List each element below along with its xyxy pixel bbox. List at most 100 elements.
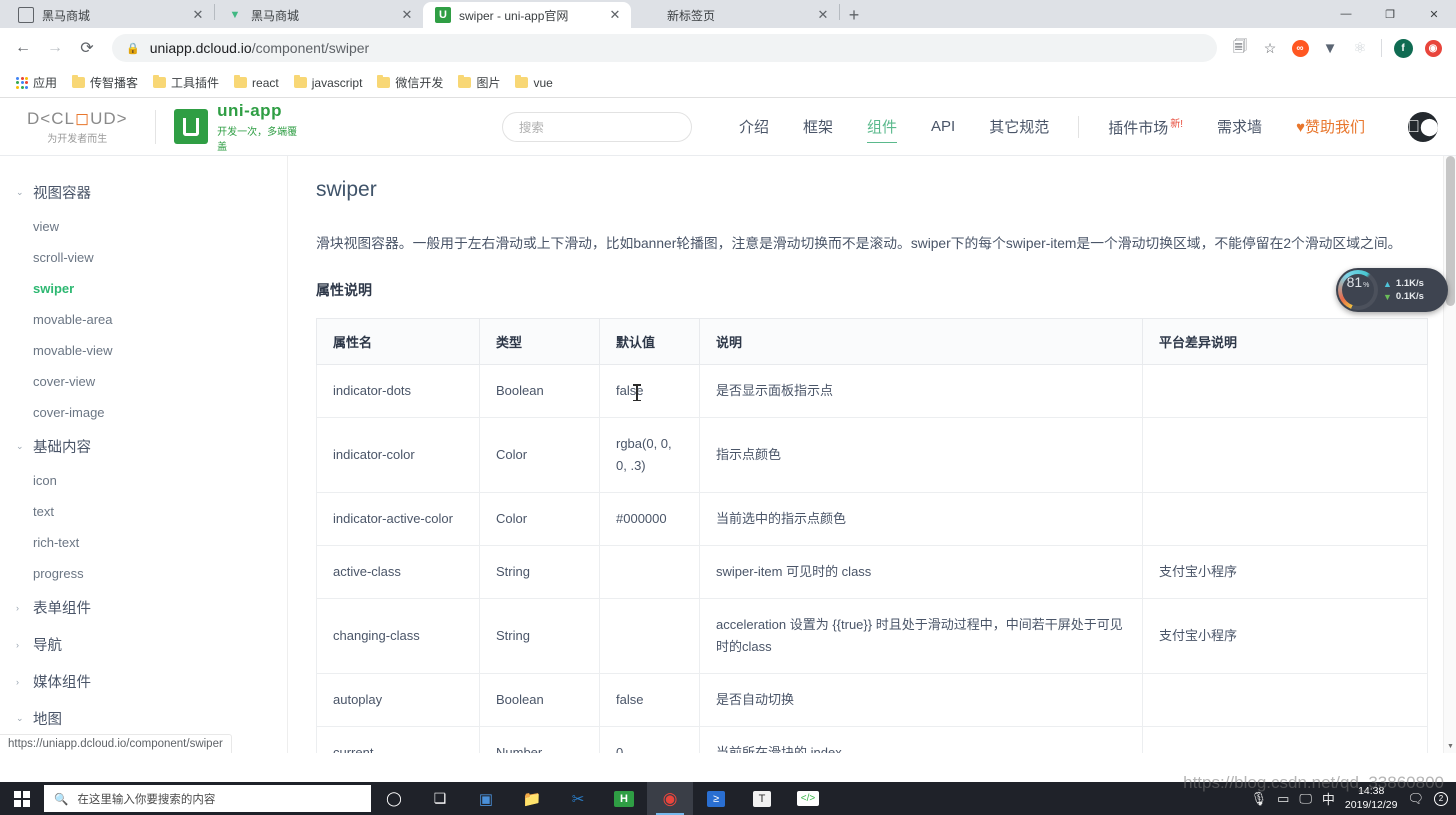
chrome-icon[interactable]: ◉ [647, 782, 693, 815]
nav-item-components[interactable]: 组件 [850, 110, 914, 143]
tab-close-button[interactable]: ✕ [607, 7, 623, 23]
sidebar-item-text[interactable]: text [0, 496, 287, 527]
browser-tab[interactable]: ▼ 黑马商城 ✕ [215, 2, 423, 28]
page-scrollbar[interactable]: ▲ ▼ [1443, 156, 1456, 753]
sidebar-item-icon[interactable]: icon [0, 465, 287, 496]
bookmark-apps[interactable]: 应用 [10, 71, 63, 94]
notifications-icon[interactable]: 🗨 [1407, 791, 1424, 807]
nav-item-intro[interactable]: 介绍 [722, 110, 786, 143]
nav-item-plugin-market[interactable]: 插件市场 新! [1091, 109, 1200, 144]
bookmark-item[interactable]: 工具插件 [147, 71, 225, 94]
search-input[interactable]: 搜索 [501, 111, 692, 142]
task-view-icon[interactable]: ❏ [417, 782, 463, 815]
infinity-extension-icon[interactable]: ∞ [1287, 35, 1313, 61]
dcloud-logo[interactable]: D<CL◻UD> 为开发者而生 [18, 109, 137, 145]
close-window-button[interactable]: ✕ [1412, 0, 1456, 28]
maximize-button[interactable]: ❐ [1368, 0, 1412, 28]
site-header: D<CL◻UD> 为开发者而生 uni-app 开发一次，多端覆盖 搜索 介绍 … [0, 98, 1456, 156]
minimize-button[interactable]: — [1324, 0, 1368, 28]
nav-item-other-specs[interactable]: 其它规范 [972, 110, 1066, 143]
sidebar-item-movable-area[interactable]: movable-area [0, 304, 287, 335]
nav-item-framework[interactable]: 框架 [786, 110, 850, 143]
translate-icon[interactable]: 🗐 [1227, 35, 1253, 61]
sidebar-item-swiper[interactable]: swiper [0, 273, 287, 304]
reload-button[interactable]: ⟳ [72, 33, 102, 63]
hbuilder-icon[interactable]: H [601, 782, 647, 815]
sidebar-item-progress[interactable]: progress [0, 558, 287, 589]
mic-icon[interactable]: 🎙 [1251, 791, 1268, 807]
taskbar-search-input[interactable]: 🔍 在这里输入你要搜索的内容 [44, 785, 371, 812]
nav-item-sponsor[interactable]: ♥赞助我们 [1279, 110, 1382, 143]
sidebar-group-form-components[interactable]: › 表单组件 [0, 589, 287, 626]
browser-tabstrip: 黑马商城 ✕ ▼ 黑马商城 ✕ U swiper - uni-app官网 ✕ 新… [0, 0, 1456, 28]
powershell-glyph: ≥ [706, 790, 726, 807]
vscode-icon[interactable]: ✂ [555, 782, 601, 815]
table-row: indicator-color Color rgba(0, 0, 0, .3) … [316, 416, 1428, 493]
bookmark-item[interactable]: 图片 [452, 71, 506, 94]
sidebar-item-rich-text[interactable]: rich-text [0, 527, 287, 558]
profile-menu-icon[interactable]: ◉ [1420, 35, 1446, 61]
forward-button[interactable]: → [40, 33, 70, 63]
react-devtools-icon[interactable]: ⚛ [1347, 35, 1373, 61]
display-icon[interactable]: 🖵 [1299, 791, 1312, 807]
vue-devtools-icon[interactable]: ▼ [1317, 35, 1343, 61]
code-editor-icon[interactable]: </> [785, 782, 831, 815]
bookmark-item[interactable]: 传智播客 [66, 71, 144, 94]
browser-tab[interactable]: 新标签页 ✕ [631, 2, 839, 28]
typora-icon[interactable]: T [739, 782, 785, 815]
site-nav: 介绍 框架 组件 API 其它规范 插件市场新! 需求墙 ♥赞助我们 ⬤ [722, 109, 1439, 144]
avatar[interactable]: f [1390, 35, 1416, 61]
search-icon: 🔍 [54, 793, 69, 806]
sidebar-item-movable-view[interactable]: movable-view [0, 335, 287, 366]
sidebar-item-scroll-view[interactable]: scroll-view [0, 242, 287, 273]
cortana-icon[interactable]: ◯ [371, 782, 417, 815]
sidebar-item-cover-image[interactable]: cover-image [0, 397, 287, 428]
clock[interactable]: 14:38 2019/12/29 [1345, 785, 1398, 811]
folder-icon [515, 75, 529, 88]
scroll-down-arrow[interactable]: ▼ [1444, 740, 1456, 753]
bookmark-item[interactable]: react [228, 73, 285, 93]
ime-icon[interactable]: 中 [1322, 789, 1335, 808]
snipping-tool-icon[interactable]: ▣ [463, 782, 509, 815]
sidebar-group-view-container[interactable]: ⌄ 视图容器 [0, 174, 287, 211]
nav-item-demand-wall[interactable]: 需求墙 [1200, 110, 1279, 143]
cell-default [599, 544, 700, 600]
cell-name: autoplay [316, 673, 480, 728]
nav-item-api[interactable]: API [914, 112, 972, 141]
github-icon[interactable]: ⬤ [1407, 111, 1439, 142]
sidebar-group-label: 表单组件 [33, 601, 91, 617]
bookmark-item[interactable]: vue [509, 73, 558, 93]
start-button[interactable] [0, 782, 44, 815]
sidebar-group-basic-content[interactable]: ⌄ 基础内容 [0, 428, 287, 465]
sidebar-item-cover-view[interactable]: cover-view [0, 366, 287, 397]
tab-close-button[interactable]: ✕ [190, 7, 206, 23]
star-icon[interactable]: ☆ [1257, 35, 1283, 61]
sidebar-group-media-components[interactable]: › 媒体组件 [0, 663, 287, 700]
bookmark-item[interactable]: 微信开发 [371, 71, 449, 94]
powershell-icon[interactable]: ≥ [693, 782, 739, 815]
sidebar-group-map[interactable]: ⌄ 地图 [0, 700, 287, 737]
scrollbar-thumb[interactable] [1446, 156, 1455, 306]
back-button[interactable]: ← [8, 33, 38, 63]
new-tab-button[interactable]: + [840, 2, 868, 28]
browser-tab-active[interactable]: U swiper - uni-app官网 ✕ [423, 2, 631, 28]
tab-close-button[interactable]: ✕ [815, 7, 831, 23]
uniapp-name: uni-app [217, 100, 282, 120]
cell-platform: 支付宝小程序 [1142, 544, 1428, 600]
uniapp-logo[interactable]: uni-app 开发一次，多端覆盖 [173, 100, 306, 153]
address-bar[interactable]: 🔒 uniapp.dcloud.io/component/swiper [112, 34, 1217, 62]
profile-initial: f [1393, 38, 1413, 58]
browser-tab[interactable]: 黑马商城 ✕ [6, 2, 214, 28]
bookmark-label: 传智播客 [90, 76, 139, 90]
sidebar-item-view[interactable]: view [0, 211, 287, 242]
page-title: swiper [316, 178, 377, 201]
bookmark-item[interactable]: javascript [288, 73, 369, 93]
battery-icon[interactable]: ▭ [1277, 791, 1289, 807]
network-speed-widget[interactable]: 81% ▲ 1.1K/s ▼ 0.1K/s [1336, 268, 1448, 312]
file-explorer-icon[interactable]: 📁 [509, 782, 555, 815]
tab-close-button[interactable]: ✕ [399, 7, 415, 23]
cell-description: 当前选中的指示点颜色 [699, 491, 1143, 546]
toolbar-icons: 🗐 ☆ ∞ ▼ ⚛ f ◉ [1227, 35, 1448, 61]
sidebar-group-navigation[interactable]: › 导航 [0, 626, 287, 663]
cell-default: #000000 [599, 491, 700, 546]
